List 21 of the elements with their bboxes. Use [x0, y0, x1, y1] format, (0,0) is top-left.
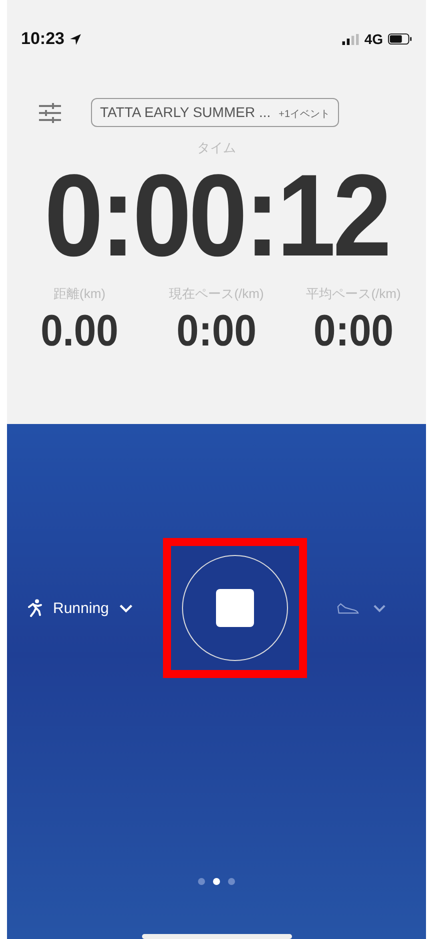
elapsed-time: 0:00:12	[43, 158, 390, 274]
stat-value: 0:00	[313, 306, 394, 356]
status-time: 10:23	[21, 29, 64, 49]
runner-icon	[27, 599, 43, 617]
chevron-down-icon	[372, 604, 386, 612]
shoe-icon	[336, 602, 359, 614]
event-selector[interactable]: TATTA EARLY SUMMER ... +1イベント	[91, 98, 340, 127]
shoe-selector[interactable]	[336, 602, 386, 614]
network-type: 4G	[364, 31, 383, 47]
stat-value: 0:00	[176, 306, 257, 356]
stat-value: 0.00	[40, 306, 118, 356]
location-arrow-icon	[69, 32, 82, 46]
page-dot[interactable]	[213, 878, 220, 885]
stop-button[interactable]	[182, 555, 288, 661]
battery-icon	[388, 33, 412, 45]
page-dot[interactable]	[228, 878, 235, 885]
sliders-icon[interactable]	[39, 102, 61, 122]
signal-icon	[342, 34, 360, 44]
chevron-down-icon	[118, 604, 133, 612]
activity-selector[interactable]: Running	[27, 599, 133, 617]
page-dot[interactable]	[198, 878, 205, 885]
